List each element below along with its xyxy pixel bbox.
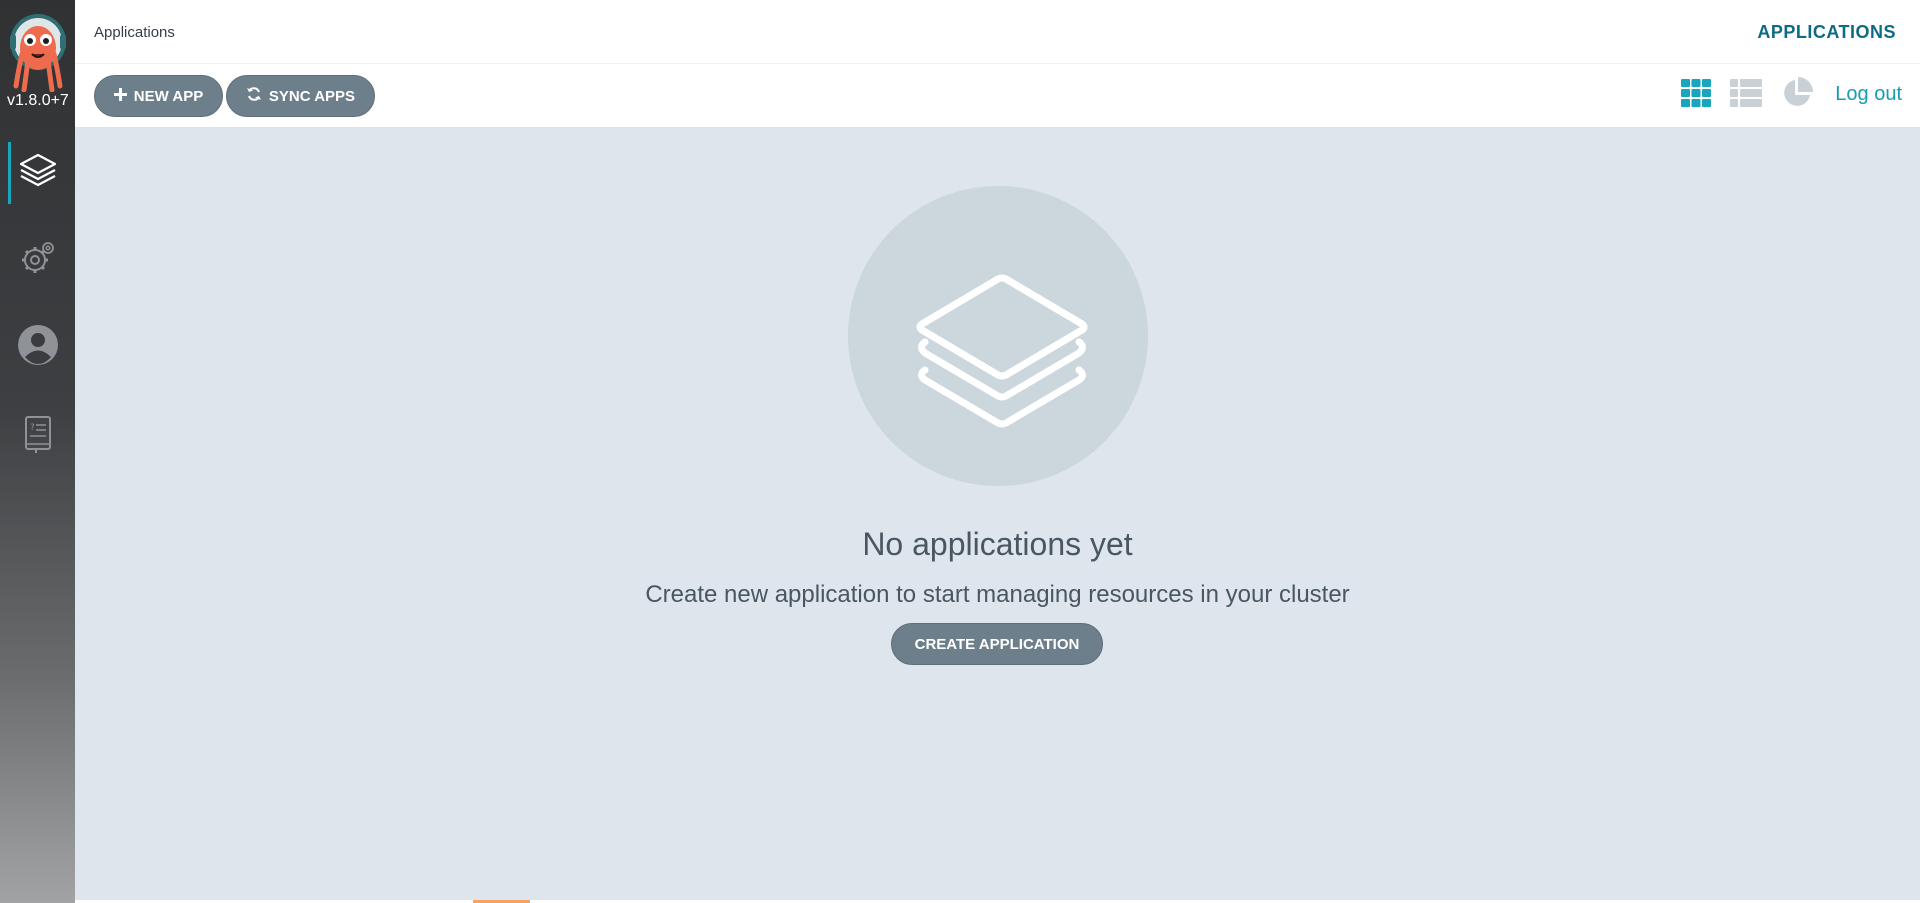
page-title: APPLICATIONS [1757,22,1896,42]
user-circle-icon [17,324,59,371]
argo-logo[interactable] [8,12,68,93]
tiles-view-toggle[interactable] [1679,78,1713,112]
sync-apps-button[interactable]: SYNC APPS [226,75,375,117]
sidebar-item-settings[interactable] [0,229,75,291]
docs-book-icon: ? [21,414,55,459]
sync-apps-label: SYNC APPS [268,87,356,105]
logout-link[interactable]: Log out [1835,83,1902,106]
svg-text:?: ? [30,423,35,433]
main-content: No applications yet Create new applicati… [75,128,1920,903]
summary-view-toggle[interactable] [1780,76,1814,114]
empty-state-illustration [848,186,1148,486]
grid-icon [1681,78,1711,112]
sidebar-item-documentation[interactable]: ? [0,405,75,467]
version-label: v1.8.0+7 [7,92,69,109]
plus-icon [113,87,127,105]
breadcrumb[interactable]: Applications [94,24,175,41]
sidebar: v1.8.0+7 ? [0,0,75,903]
create-application-button[interactable]: CREATE APPLICATION [891,623,1103,665]
layers-icon [18,151,58,196]
toolbar: NEW APP SYNC APPS Log out [75,64,1920,128]
new-app-button[interactable]: NEW APP [94,75,223,117]
sidebar-item-user-info[interactable] [0,316,75,378]
empty-state-title: No applications yet [862,526,1133,562]
top-bar: Applications APPLICATIONS [75,1,1920,64]
refresh-icon [246,86,262,106]
argocd-app: v1.8.0+7 ? Applications APPLICATIONS NEW… [0,0,1920,903]
gears-icon [18,238,58,283]
list-icon [1730,78,1762,112]
sidebar-item-applications[interactable] [0,142,75,204]
layers-icon [903,239,1093,434]
list-view-toggle[interactable] [1729,78,1763,112]
new-app-label: NEW APP [133,87,204,105]
empty-state-subtitle: Create new application to start managing… [645,581,1350,608]
pie-chart-icon [1781,76,1813,114]
